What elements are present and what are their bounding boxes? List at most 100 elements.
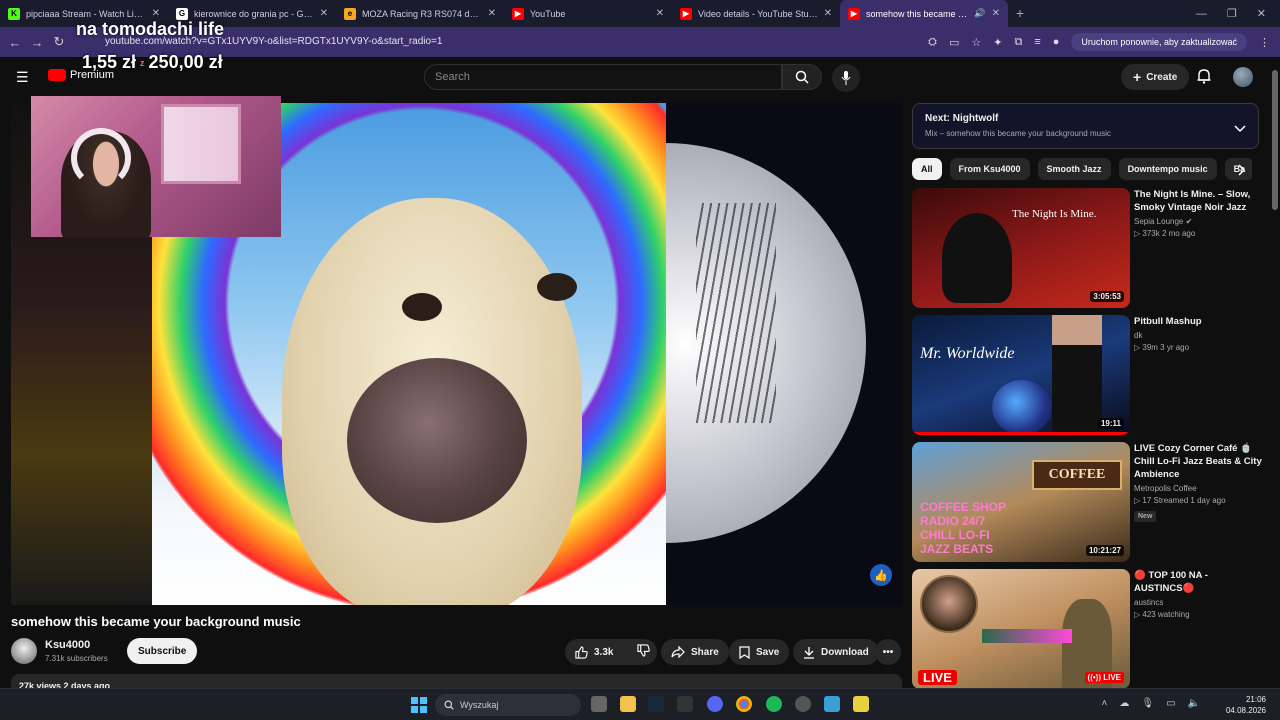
mic-icon[interactable]: 🎙 xyxy=(1141,698,1154,709)
browser-tab-studio[interactable]: ▶ Video details - YouTube Studio ✕ xyxy=(672,0,840,27)
close-icon[interactable]: ✕ xyxy=(992,8,1000,19)
related-meta: ▷ 373k 2 mo ago xyxy=(1134,229,1196,238)
chip-downtempo[interactable]: Downtempo music xyxy=(1118,158,1217,180)
webcam-overlay xyxy=(31,96,281,237)
related-title[interactable]: Pitbull Mashup xyxy=(1134,315,1264,328)
channel-name[interactable]: Ksu4000 xyxy=(45,639,90,651)
chevron-right-icon[interactable] xyxy=(1238,163,1246,181)
file-explorer-icon[interactable] xyxy=(620,696,636,712)
account-avatar[interactable] xyxy=(1233,67,1253,87)
reload-icon[interactable]: ↻ xyxy=(48,34,70,50)
video-thumbnail[interactable]: The Night Is Mine. 3:05:53 xyxy=(912,188,1130,308)
youtube-play-icon xyxy=(48,69,66,81)
shop-favicon-icon: e xyxy=(344,7,356,20)
chevron-down-icon[interactable] xyxy=(1234,120,1246,138)
download-icon xyxy=(804,646,814,659)
new-tab-button[interactable]: + xyxy=(1008,0,1032,27)
search-input[interactable]: Search xyxy=(424,64,782,90)
audio-icon[interactable]: 🔊 xyxy=(974,8,985,19)
related-channel[interactable]: austincs xyxy=(1134,598,1264,607)
like-button[interactable]: 3.3k xyxy=(575,645,613,659)
minimize-icon[interactable]: — xyxy=(1196,8,1207,20)
reading-list-icon[interactable]: ≡ xyxy=(1034,36,1040,48)
related-video[interactable]: The Night Is Mine. 3:05:53 The Night Is … xyxy=(912,188,1272,308)
voice-search-button[interactable] xyxy=(832,64,860,92)
suited-man-shape xyxy=(1052,315,1102,435)
close-icon[interactable]: ✕ xyxy=(488,8,496,19)
black-cat-shape xyxy=(942,213,1012,303)
subscribe-button[interactable]: Subscribe xyxy=(127,638,198,664)
close-window-icon[interactable]: ✕ xyxy=(1257,7,1266,20)
moon-disc xyxy=(666,143,866,543)
browser-tab-moza[interactable]: e MOZA Racing R3 RS074 do PC ✕ xyxy=(336,0,504,27)
translate-icon[interactable]: ⛭ xyxy=(928,36,937,49)
save-label: Save xyxy=(756,646,780,658)
video-thumbnail[interactable]: Mr. Worldwide 19:11 xyxy=(912,315,1130,435)
back-icon[interactable]: ← xyxy=(4,35,26,50)
close-icon[interactable]: ✕ xyxy=(656,8,664,19)
app-icon[interactable] xyxy=(795,696,811,712)
forward-icon[interactable]: → xyxy=(26,35,48,50)
chevron-up-icon[interactable]: ˄ xyxy=(1102,698,1108,709)
puzzle-icon[interactable]: ⧉ xyxy=(1014,36,1022,49)
taskbar-clock[interactable]: 21:06 04.08.2026 xyxy=(1226,694,1266,716)
discord-icon[interactable] xyxy=(707,696,723,712)
video-thumbnail[interactable]: COFFEE COFFEE SHOP RADIO 24/7 CHILL LO-F… xyxy=(912,442,1130,562)
extension-icon[interactable]: ✦ xyxy=(993,36,1002,49)
close-icon[interactable]: ✕ xyxy=(320,8,328,19)
profile-icon[interactable]: ● xyxy=(1053,36,1060,48)
taskbar-search[interactable]: Wyszukaj xyxy=(435,694,581,716)
channel-avatar[interactable] xyxy=(11,638,37,664)
maximize-icon[interactable]: ❐ xyxy=(1227,7,1237,20)
share-label: Share xyxy=(691,646,719,658)
app-icon[interactable] xyxy=(853,696,869,712)
more-actions-button[interactable]: ••• xyxy=(875,639,901,665)
create-button[interactable]: + Create xyxy=(1121,64,1190,90)
share-icon xyxy=(671,646,685,658)
browser-tab-youtube[interactable]: ▶ YouTube ✕ xyxy=(504,0,672,27)
related-title[interactable]: The Night Is Mine. – Slow, Smoky Vintage… xyxy=(1134,188,1264,214)
system-tray: ˄ ☁ 🎙 ▭ 🔈 xyxy=(1102,698,1200,709)
chip-all[interactable]: All xyxy=(912,158,942,180)
up-next-panel[interactable]: Next: Nightwolf Mix – somehow this becam… xyxy=(912,103,1259,149)
task-view-icon[interactable] xyxy=(591,696,607,712)
download-button[interactable]: Download xyxy=(793,639,879,665)
related-channel[interactable]: Metropolis Coffee xyxy=(1134,484,1264,493)
notepad-icon[interactable] xyxy=(824,696,840,712)
browser-tab-active[interactable]: ▶ somehow this became your background mus… xyxy=(840,0,1008,27)
related-title[interactable]: LIVE Cozy Corner Café 🍵 Chill Lo-Fi Jazz… xyxy=(1134,442,1264,481)
cast-icon[interactable]: ▭ xyxy=(949,36,959,49)
cloud-icon[interactable]: ☁ xyxy=(1119,698,1129,709)
related-channel[interactable]: dk xyxy=(1134,331,1264,340)
tab-title: somehow this became your background musi… xyxy=(866,8,970,19)
windows-start-icon[interactable] xyxy=(411,697,427,718)
hamburger-menu-icon[interactable]: ☰ xyxy=(16,69,29,86)
app-icon[interactable] xyxy=(677,696,693,712)
related-video[interactable]: COFFEE COFFEE SHOP RADIO 24/7 CHILL LO-F… xyxy=(912,442,1272,562)
related-video[interactable]: LIVE ((•)) LIVE 🔴 TOP 100 NA - AUSTINCS🔴… xyxy=(912,569,1272,689)
related-title[interactable]: 🔴 TOP 100 NA - AUSTINCS🔴 xyxy=(1134,569,1264,595)
related-video[interactable]: Mr. Worldwide 19:11 Pitbull Mashup dk ▷ … xyxy=(912,315,1272,435)
menu-dots-icon[interactable]: ⋮ xyxy=(1259,36,1270,49)
share-button[interactable]: Share xyxy=(661,639,729,665)
dislike-button[interactable] xyxy=(637,644,651,660)
video-thumbnail[interactable]: LIVE ((•)) LIVE xyxy=(912,569,1130,689)
related-channel[interactable]: Sepia Lounge ✔ xyxy=(1134,217,1264,226)
close-icon[interactable]: ✕ xyxy=(824,8,832,19)
steam-icon[interactable] xyxy=(648,696,664,712)
chip-from-channel[interactable]: From Ksu4000 xyxy=(949,158,1030,180)
notifications-bell-icon[interactable] xyxy=(1197,68,1211,89)
network-icon[interactable]: ▭ xyxy=(1166,698,1175,709)
chrome-icon[interactable] xyxy=(736,696,752,712)
page-scrollbar[interactable] xyxy=(1272,70,1278,210)
update-button[interactable]: Uruchom ponownie, aby zaktualizować xyxy=(1071,33,1247,51)
earth-shape xyxy=(992,380,1052,435)
spotify-icon[interactable] xyxy=(766,696,782,712)
bookmark-star-icon[interactable]: ☆ xyxy=(971,36,981,49)
thumbnail-caption: The Night Is Mine. xyxy=(1012,208,1097,220)
volume-icon[interactable]: 🔈 xyxy=(1188,698,1200,709)
chip-smooth-jazz[interactable]: Smooth Jazz xyxy=(1037,158,1111,180)
search-button[interactable] xyxy=(782,64,822,90)
close-icon[interactable]: ✕ xyxy=(152,8,160,19)
save-button[interactable]: Save xyxy=(729,639,790,665)
